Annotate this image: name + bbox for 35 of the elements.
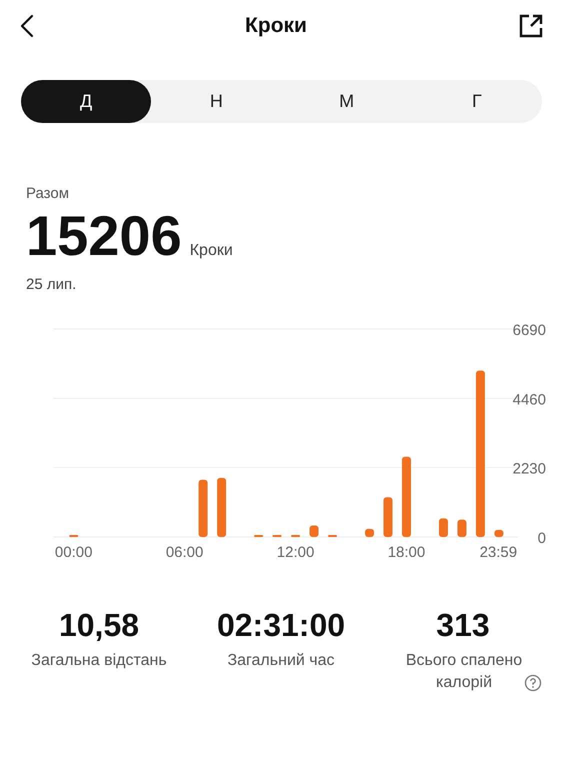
date-label: 25 лип. — [26, 276, 78, 293]
period-tab[interactable]: Д — [21, 80, 152, 123]
stat-value: 313 — [436, 607, 490, 644]
screen-title: Кроки — [245, 14, 307, 38]
step-bar — [365, 528, 374, 537]
x-tick-label: 12:00 — [276, 544, 314, 557]
period-tab[interactable]: Г — [412, 80, 542, 123]
y-tick-label: 6690 — [512, 322, 546, 339]
step-bar — [457, 520, 466, 537]
x-tick-label: 00:00 — [54, 544, 92, 557]
step-bar — [310, 526, 319, 537]
y-tick-label: 4460 — [512, 391, 546, 408]
total-caption: Разом — [26, 185, 70, 202]
stat-label: Загальний час — [227, 651, 334, 671]
stat-label: Всього спалено калорій — [404, 651, 524, 694]
step-bar — [384, 497, 392, 537]
period-tab[interactable]: М — [282, 80, 412, 123]
step-bar — [438, 518, 448, 537]
x-tick-label: 06:00 — [166, 544, 204, 557]
stat-value: 02:31:00 — [216, 607, 346, 644]
step-bar — [217, 478, 226, 537]
step-bar — [494, 530, 504, 537]
help-icon[interactable] — [524, 674, 542, 692]
stat-label: Загальна відстань — [31, 651, 167, 671]
back-button[interactable] — [20, 14, 34, 38]
y-tick-label: 2230 — [512, 460, 546, 478]
share-button[interactable] — [518, 13, 544, 39]
step-total: 15206 — [26, 208, 182, 264]
y-tick-label: 0 — [538, 530, 546, 547]
stat-value: 10,58 — [58, 607, 140, 644]
x-tick-label: 23:59 — [480, 544, 518, 557]
step-bar — [198, 480, 208, 537]
step-unit: Кроки — [190, 242, 233, 260]
period-tab[interactable]: Н — [151, 80, 282, 123]
x-tick-label: 18:00 — [388, 544, 426, 557]
